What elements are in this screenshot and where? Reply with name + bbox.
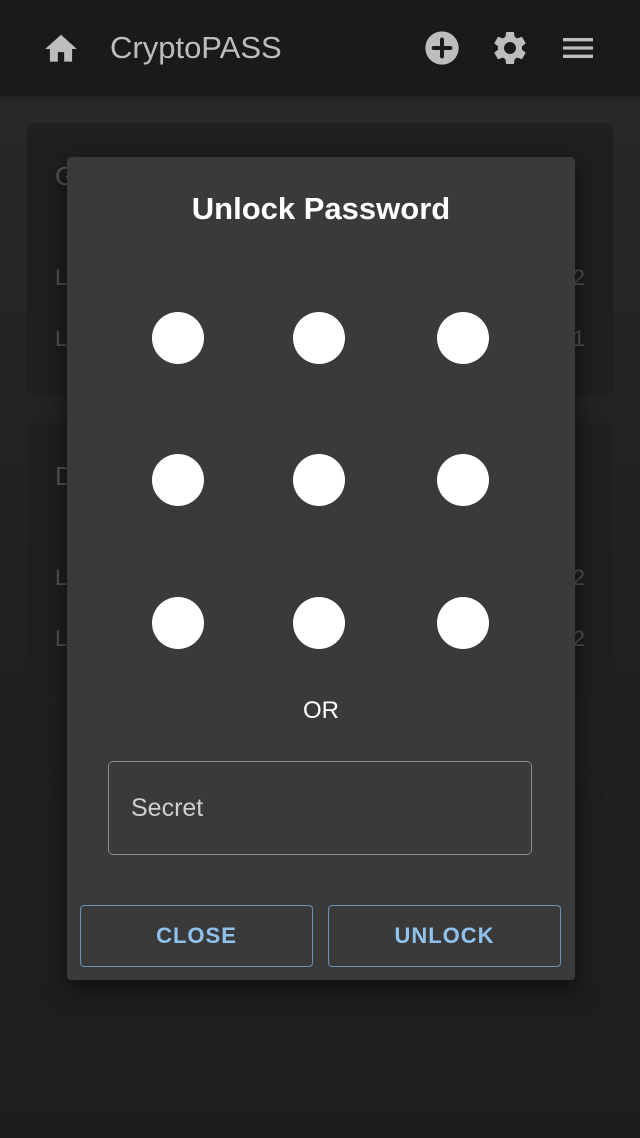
pattern-dot-7[interactable] [152, 597, 204, 649]
unlock-button[interactable]: UNLOCK [328, 905, 561, 967]
pattern-dot-4[interactable] [152, 454, 204, 506]
home-icon[interactable] [42, 30, 80, 68]
pattern-dot-6[interactable] [437, 454, 489, 506]
unlock-password-dialog: Unlock Password OR CLOSE UNLOCK [67, 157, 575, 980]
add-circle-icon[interactable] [422, 28, 462, 68]
app-title: CryptoPASS [110, 30, 282, 65]
pattern-dot-1[interactable] [152, 312, 204, 364]
pattern-dot-9[interactable] [437, 597, 489, 649]
settings-gear-icon[interactable] [490, 28, 530, 68]
or-separator: OR [303, 697, 339, 724]
hamburger-menu-icon[interactable] [558, 28, 598, 68]
close-button[interactable]: CLOSE [80, 905, 313, 967]
pattern-dot-8[interactable] [293, 597, 345, 649]
pattern-dot-2[interactable] [293, 312, 345, 364]
pattern-dot-5[interactable] [293, 454, 345, 506]
dialog-title: Unlock Password [191, 191, 451, 226]
secret-input[interactable] [108, 761, 532, 855]
app-bar: CryptoPASS [0, 0, 640, 96]
pattern-dot-3[interactable] [437, 312, 489, 364]
